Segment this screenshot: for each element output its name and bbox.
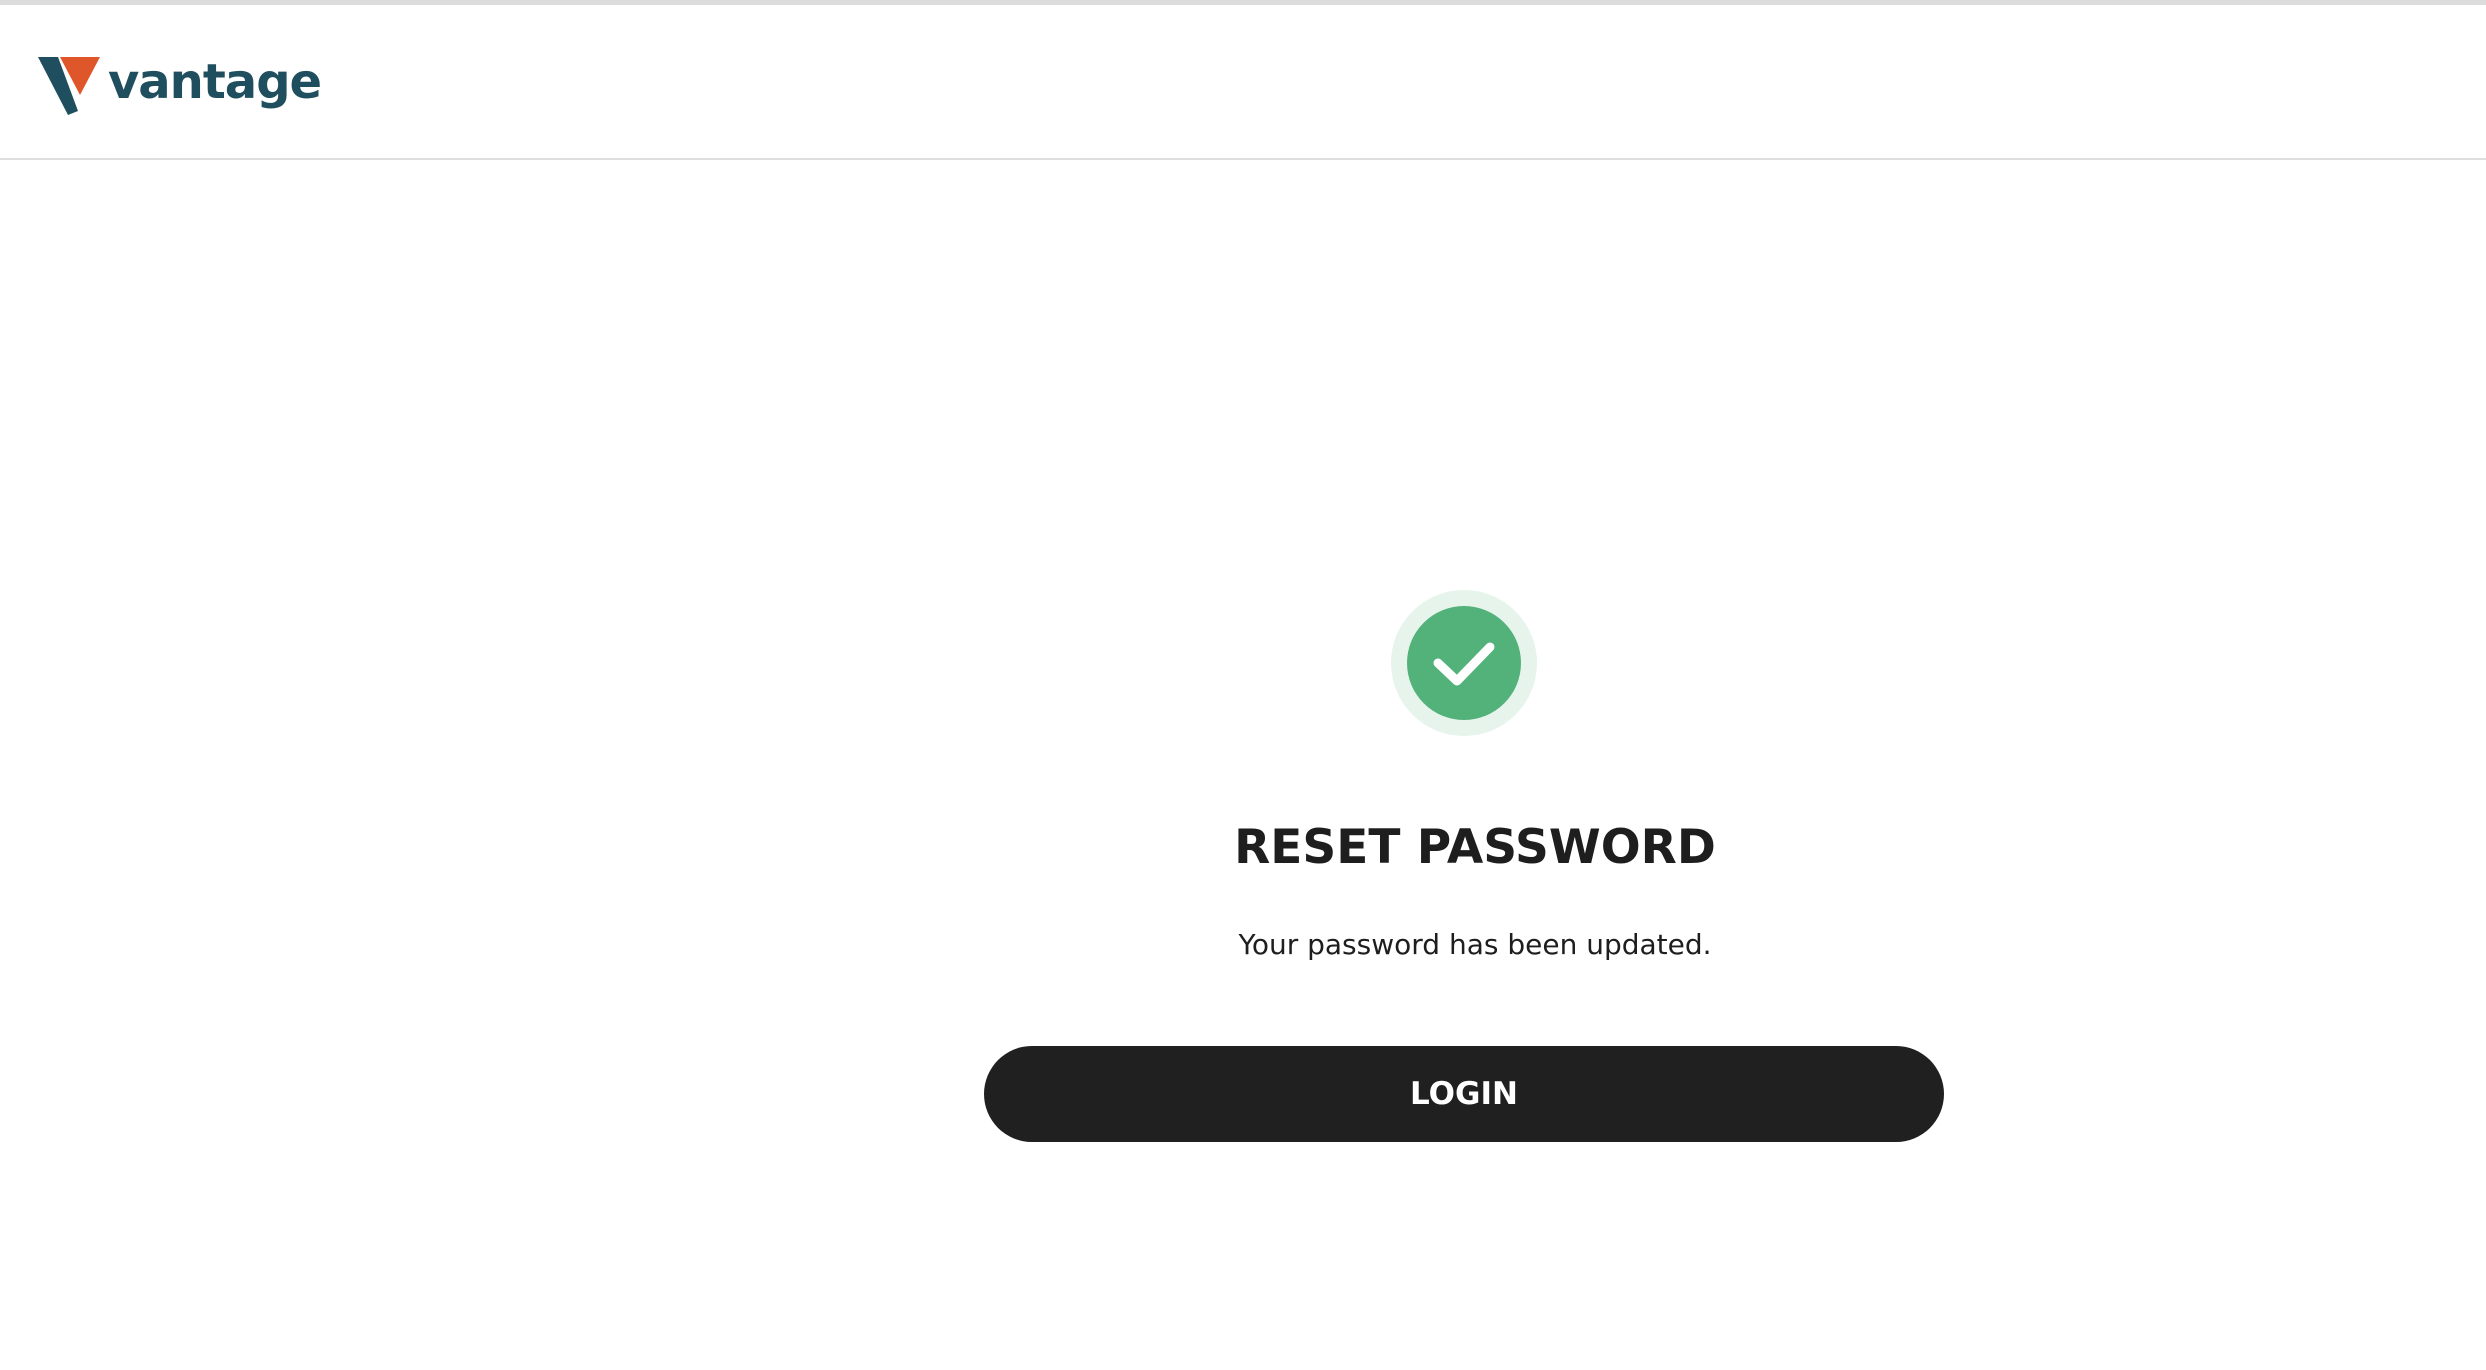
brand-name: vantage bbox=[108, 54, 322, 110]
reset-password-panel bbox=[0, 160, 2486, 1370]
site-header: vantage bbox=[0, 5, 2486, 160]
vantage-logo[interactable]: vantage bbox=[38, 49, 322, 119]
page-title: RESET PASSWORD bbox=[1234, 820, 1716, 875]
login-button[interactable]: LOGIN bbox=[984, 1046, 1944, 1142]
vantage-v-logo-icon bbox=[38, 57, 100, 115]
checkmark-circle-icon bbox=[1391, 590, 1537, 736]
status-message: Your password has been updated. bbox=[1238, 928, 1712, 961]
